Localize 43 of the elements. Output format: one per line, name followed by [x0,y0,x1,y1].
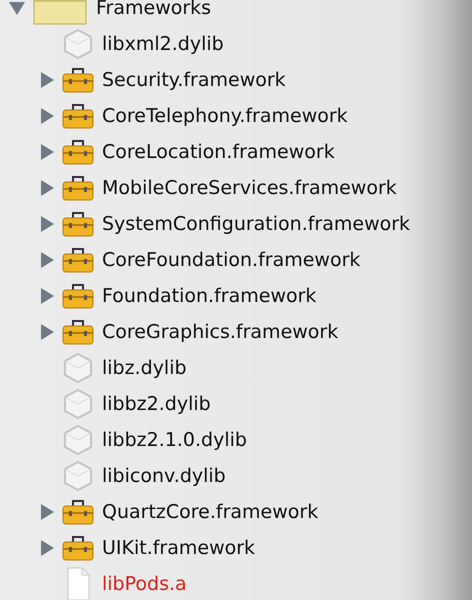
file-name[interactable]: libbz2.1.0.dylib [102,429,247,451]
file-name[interactable]: Security.framework [102,69,286,91]
library-icon [62,352,94,384]
toolbox-icon [62,210,94,238]
toolbox-icon [62,282,94,310]
file-name[interactable]: CoreTelephony.framework [102,105,348,127]
toolbox-icon [62,138,94,166]
disclosure-triangle[interactable] [38,71,56,89]
library-icon [62,28,94,60]
folder-icon [32,0,88,26]
toolbox-icon [62,534,94,562]
file-name[interactable]: libxml2.dylib [102,33,224,55]
disclosure-triangle[interactable] [38,107,56,125]
toolbox-icon [62,246,94,274]
file-name[interactable]: libz.dylib [102,357,187,379]
disclosure-triangle[interactable] [38,539,56,557]
file-name[interactable]: SystemConfiguration.framework [102,213,410,235]
toolbox-icon [62,102,94,130]
disclosure-triangle[interactable] [38,323,56,341]
toolbox-icon [62,498,94,526]
file-name[interactable]: CoreLocation.framework [102,141,335,163]
toolbox-icon [62,174,94,202]
file-name[interactable]: libPods.a [102,573,187,595]
disclosure-triangle[interactable] [38,251,56,269]
disclosure-triangle[interactable] [38,287,56,305]
file-name[interactable]: libbz2.dylib [102,393,211,415]
file-name[interactable]: CoreGraphics.framework [102,321,338,343]
file-name[interactable]: QuartzCore.framework [102,501,318,523]
library-icon [62,424,94,456]
disclosure-triangle[interactable] [38,503,56,521]
file-name[interactable]: Foundation.framework [102,285,316,307]
file-name[interactable]: CoreFoundation.framework [102,249,360,271]
file-name[interactable]: UIKit.framework [102,537,256,559]
library-icon [62,388,94,420]
library-icon [62,460,94,492]
file-name[interactable]: MobileCoreServices.framework [102,177,397,199]
disclosure-triangle[interactable] [38,215,56,233]
disclosure-triangle[interactable] [38,179,56,197]
disclosure-triangle[interactable] [38,143,56,161]
disclosure-triangle[interactable] [8,0,26,17]
file-name[interactable]: libiconv.dylib [102,465,226,487]
toolbox-icon [62,66,94,94]
toolbox-icon [62,318,94,346]
